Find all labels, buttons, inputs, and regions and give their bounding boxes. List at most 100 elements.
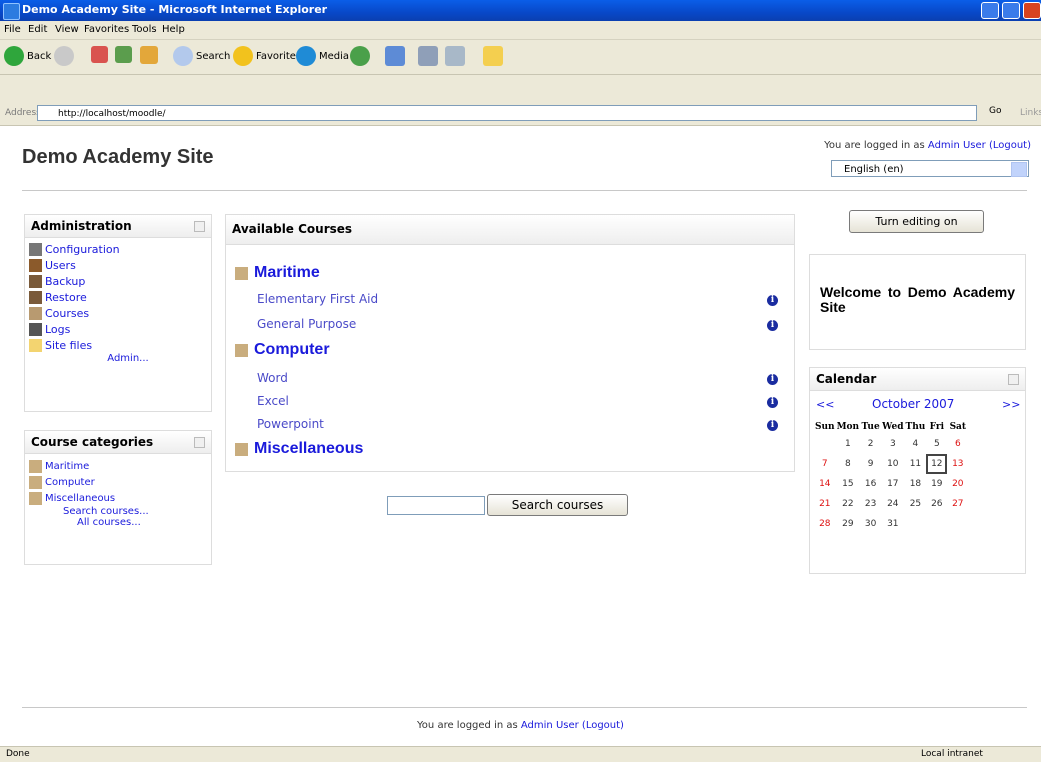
admin-item-users[interactable]: Users xyxy=(25,257,211,273)
calendar-day[interactable]: 3 xyxy=(881,434,904,454)
info-icon[interactable]: i xyxy=(767,320,778,331)
close-button[interactable] xyxy=(1023,2,1041,19)
calendar-day[interactable]: 28 xyxy=(814,514,836,534)
chevron-down-icon xyxy=(1011,162,1027,177)
calendar-day[interactable]: 10 xyxy=(881,454,904,474)
prev-month-link[interactable]: << xyxy=(816,398,834,411)
maximize-button[interactable] xyxy=(1002,2,1020,19)
all-courses-link[interactable]: All courses... xyxy=(25,517,211,528)
calendar-day[interactable]: 17 xyxy=(881,474,904,494)
calendar-day[interactable]: 22 xyxy=(836,494,861,514)
user-link[interactable]: Admin User xyxy=(928,140,986,151)
menu-file[interactable]: File xyxy=(4,24,21,35)
category-computer[interactable]: Computer xyxy=(235,341,330,359)
footer-divider xyxy=(22,707,1027,708)
admin-item-courses[interactable]: Courses xyxy=(25,305,211,321)
calendar-day[interactable]: 14 xyxy=(814,474,836,494)
calendar-day[interactable]: 18 xyxy=(905,474,927,494)
info-icon[interactable]: i xyxy=(767,295,778,306)
course-elementary-first-aid[interactable]: Elementary First Aid xyxy=(257,292,378,306)
menu-favorites[interactable]: Favorites xyxy=(84,24,129,35)
course-word[interactable]: Word xyxy=(257,371,288,385)
minimize-button[interactable] xyxy=(981,2,999,19)
calendar-day[interactable]: 4 xyxy=(905,434,927,454)
info-icon[interactable]: i xyxy=(767,397,778,408)
address-input[interactable]: http://localhost/moodle/ xyxy=(37,105,977,121)
admin-more-link[interactable]: Admin... xyxy=(25,353,211,364)
next-month-link[interactable]: >> xyxy=(1002,398,1020,411)
calendar-day[interactable]: 16 xyxy=(860,474,881,494)
calendar-day[interactable]: 6 xyxy=(947,434,968,454)
logout-link[interactable]: (Logout) xyxy=(989,140,1031,151)
search-courses-link[interactable]: Search courses... xyxy=(25,506,211,517)
calendar-day[interactable]: 31 xyxy=(881,514,904,534)
calendar-month[interactable]: October 2007 xyxy=(872,397,954,411)
admin-item-backup[interactable]: Backup xyxy=(25,273,211,289)
calendar-day[interactable]: 11 xyxy=(905,454,927,474)
refresh-button[interactable] xyxy=(115,46,132,63)
search-courses-input[interactable] xyxy=(387,496,485,515)
admin-item-logs[interactable]: Logs xyxy=(25,321,211,337)
info-icon[interactable]: i xyxy=(767,420,778,431)
calendar-day[interactable]: 2 xyxy=(860,434,881,454)
calendar-day[interactable]: 21 xyxy=(814,494,836,514)
calendar-day[interactable]: 19 xyxy=(926,474,947,494)
admin-item-configuration[interactable]: Configuration xyxy=(25,241,211,257)
menu-help[interactable]: Help xyxy=(162,24,185,35)
calendar-day[interactable]: 5 xyxy=(926,434,947,454)
favorites-button[interactable]: Favorites xyxy=(233,46,301,66)
calendar-day[interactable]: 23 xyxy=(860,494,881,514)
calendar-day[interactable]: 1 xyxy=(836,434,861,454)
search-button[interactable]: Search xyxy=(173,46,230,66)
collapse-icon[interactable] xyxy=(1008,374,1019,385)
admin-item-restore[interactable]: Restore xyxy=(25,289,211,305)
calendar-day[interactable]: 29 xyxy=(836,514,861,534)
category-item-maritime[interactable]: Maritime xyxy=(25,458,211,474)
course-powerpoint[interactable]: Powerpoint xyxy=(257,417,324,431)
calendar-day[interactable]: 27 xyxy=(947,494,968,514)
footer-user-link[interactable]: Admin User xyxy=(521,720,579,731)
calendar-day[interactable]: 30 xyxy=(860,514,881,534)
media-button[interactable]: Media xyxy=(296,46,349,66)
go-button[interactable]: Go xyxy=(989,106,1001,116)
language-select[interactable]: English (en) xyxy=(831,160,1029,177)
calendar-day[interactable]: 26 xyxy=(926,494,947,514)
calendar-day[interactable]: 20 xyxy=(947,474,968,494)
calendar-day[interactable]: 13 xyxy=(947,454,968,474)
history-button[interactable] xyxy=(350,46,370,66)
edit-page-button[interactable] xyxy=(445,46,465,66)
collapse-icon[interactable] xyxy=(194,221,205,232)
forward-button[interactable] xyxy=(54,46,74,66)
category-miscellaneous[interactable]: Miscellaneous xyxy=(235,440,363,458)
category-maritime[interactable]: Maritime xyxy=(235,264,320,282)
category-item-miscellaneous[interactable]: Miscellaneous xyxy=(25,490,211,506)
calendar-day[interactable]: 12 xyxy=(926,454,948,474)
admin-item-site-files[interactable]: Site files xyxy=(25,337,211,353)
footer-logout-link[interactable]: (Logout) xyxy=(582,720,624,731)
menu-view[interactable]: View xyxy=(55,24,79,35)
configuration-icon xyxy=(29,242,42,256)
folder-button[interactable] xyxy=(483,46,503,66)
links-label[interactable]: Links xyxy=(1020,108,1041,118)
calendar-day[interactable]: 8 xyxy=(836,454,861,474)
menu-tools[interactable]: Tools xyxy=(132,24,157,35)
collapse-icon[interactable] xyxy=(194,437,205,448)
info-icon[interactable]: i xyxy=(767,374,778,385)
course-general-purpose[interactable]: General Purpose xyxy=(257,317,356,331)
stop-button[interactable] xyxy=(91,46,108,63)
calendar-day[interactable]: 7 xyxy=(814,454,836,474)
print-button[interactable] xyxy=(418,46,438,66)
back-button[interactable]: Back xyxy=(4,46,51,66)
mail-button[interactable] xyxy=(385,46,405,66)
calendar-day[interactable]: 25 xyxy=(905,494,927,514)
home-button[interactable] xyxy=(140,46,158,64)
calendar-day[interactable]: 15 xyxy=(836,474,861,494)
search-courses-button[interactable]: Search courses xyxy=(487,494,628,516)
calendar-day[interactable]: 9 xyxy=(860,454,881,474)
menu-edit[interactable]: Edit xyxy=(28,24,47,35)
category-item-computer[interactable]: Computer xyxy=(25,474,211,490)
welcome-text: Welcome to Demo Academy Site xyxy=(820,284,1015,315)
calendar-day[interactable]: 24 xyxy=(881,494,904,514)
turn-editing-on-button[interactable]: Turn editing on xyxy=(849,210,984,233)
course-excel[interactable]: Excel xyxy=(257,394,289,408)
